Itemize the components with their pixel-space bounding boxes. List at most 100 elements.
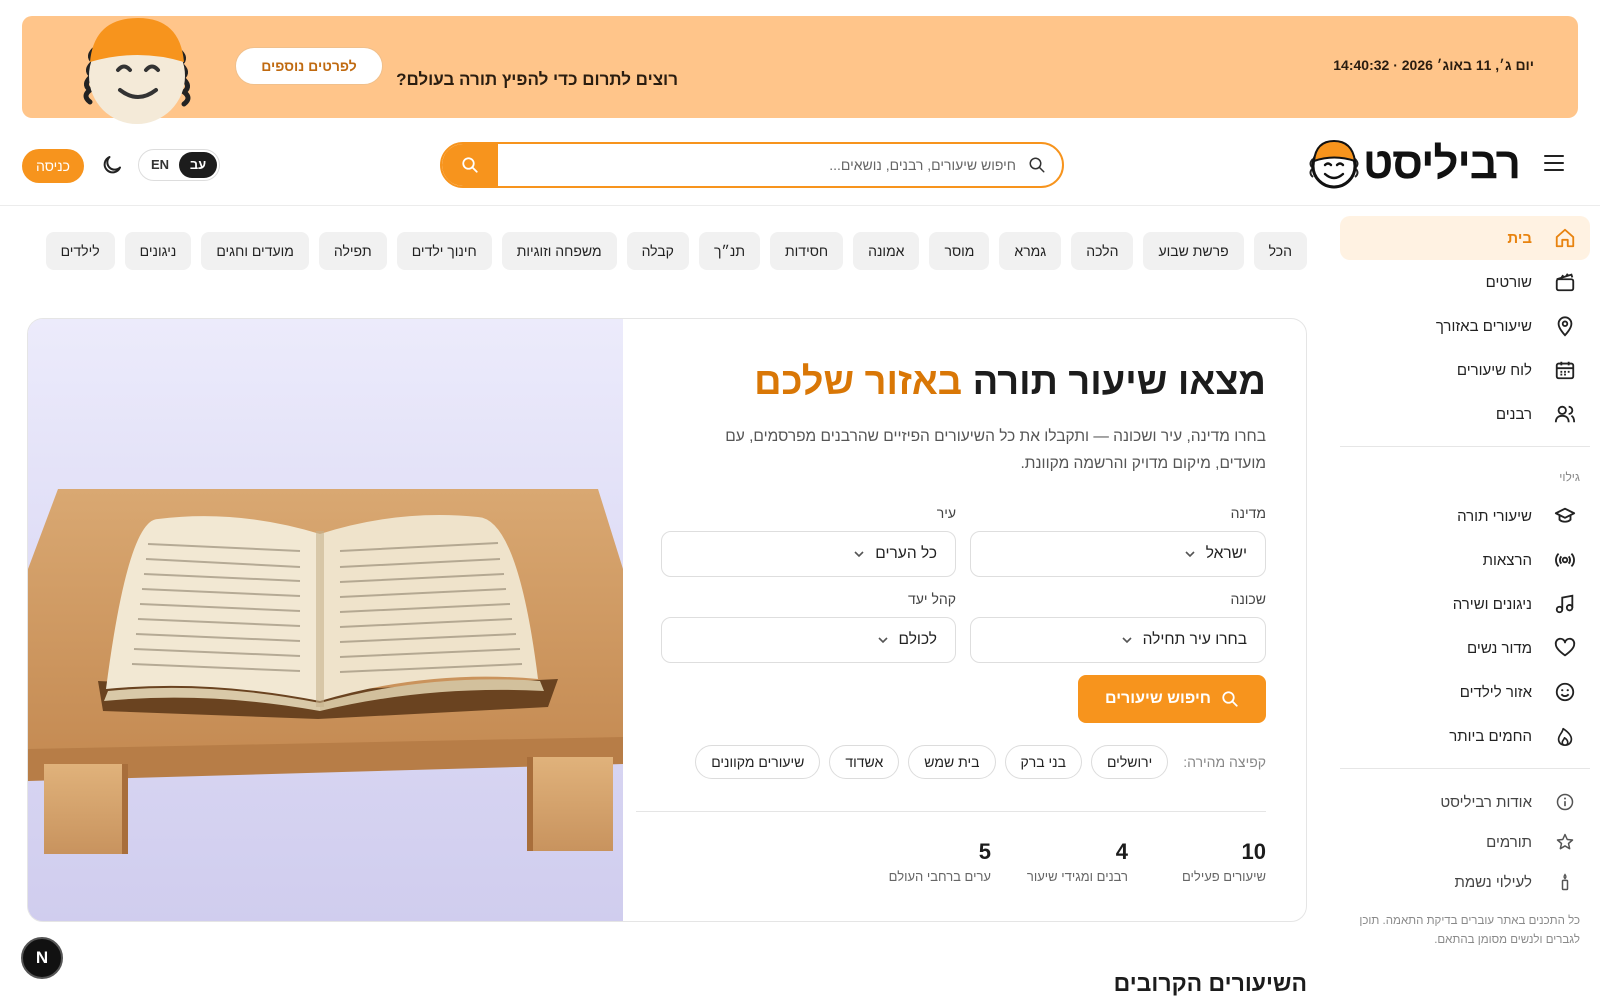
heart-icon (1554, 637, 1576, 659)
quick-chip[interactable]: בני ברק (1004, 745, 1082, 779)
sidebar-item-women[interactable]: מדור נשים (1340, 626, 1590, 670)
sidebar-divider (1340, 768, 1590, 769)
category-chip[interactable]: לילדים (45, 232, 115, 270)
stat-value: 10 (1241, 839, 1266, 864)
sidebar-item-lectures[interactable]: הרצאות (1340, 538, 1590, 582)
stat-label: ערים ברחבי העולם (888, 869, 991, 884)
category-chip[interactable]: אמונה (853, 232, 920, 270)
flame-icon (1554, 725, 1576, 747)
smiley-icon (1554, 681, 1576, 703)
sidebar-item-shorts[interactable]: שורטים (1340, 260, 1590, 304)
country-label: מדינה (1230, 505, 1266, 521)
sidebar-item-label: שיעורי תורה (1457, 507, 1532, 525)
book-on-lectern-image (28, 319, 623, 921)
category-chip[interactable]: משפחה וזוגיות (501, 232, 617, 270)
search-lessons-label: חיפוש שיעורים (1105, 690, 1211, 707)
chevron-down-icon (854, 551, 864, 558)
quick-jump-label: קפיצה מהירה: (1183, 754, 1266, 770)
candle-icon (1554, 871, 1576, 893)
sidebar-item-label: החמים ביותר (1449, 727, 1532, 745)
music-icon (1554, 593, 1576, 615)
upcoming-lessons-heading: השיעורים הקרובים (1113, 970, 1307, 996)
hero-title-accent: באזור שלכם (754, 361, 963, 403)
quick-chip[interactable]: שיעורים מקוונים (695, 745, 821, 779)
city-label: עיר (936, 505, 956, 521)
sidebar-item-schedule[interactable]: לוח שיעורים (1340, 348, 1590, 392)
broadcast-icon (1554, 549, 1576, 571)
quick-chip[interactable]: ירושלים (1090, 745, 1169, 779)
find-lesson-hero: מצאו שיעור תורה באזור שלכם בחרו מדינה, ע… (27, 318, 1307, 922)
stat-label: שיעורים פעילים (1182, 869, 1266, 884)
city-select[interactable]: כל הערים (661, 531, 956, 577)
sidebar-item-rabbis[interactable]: רבנים (1340, 392, 1590, 436)
category-chip[interactable]: חסידות (770, 232, 844, 270)
sidebar-item-kids[interactable]: אזור לילדים (1340, 670, 1590, 714)
category-chips: הכל פרשת שבוע הלכה גמרא מוסר אמונה חסידו… (17, 232, 1307, 270)
audience-select[interactable]: לכולם (661, 617, 956, 663)
stat-active-lessons: 10 שיעורים פעילים (1182, 839, 1266, 884)
country-select[interactable]: ישראל (970, 531, 1266, 577)
sidebar-item-about[interactable]: אודות רביליסט (1340, 780, 1590, 824)
category-chip[interactable]: תנ״ך (698, 232, 760, 270)
menu-icon[interactable] (1544, 155, 1564, 171)
sidebar-discover-heading: גילוי (1559, 470, 1580, 484)
stat-value: 4 (1115, 839, 1128, 864)
category-chip[interactable]: תפילה (318, 232, 387, 270)
neighborhood-value: בחרו עיר תחילה (1142, 631, 1247, 648)
search-input[interactable] (500, 144, 1062, 186)
search-icon (462, 157, 478, 173)
stat-rabbis: 4 רבנים ומגידי שיעור (1027, 839, 1128, 884)
banner-details-button[interactable]: לפרטים נוספים (235, 47, 383, 85)
category-chip[interactable]: ניגונים (124, 232, 192, 270)
category-chip[interactable]: פרשת שבוע (1143, 232, 1244, 270)
chevron-down-icon (1185, 551, 1195, 558)
hero-description: בחרו מדינה, עיר ושכונה — ותקבלו את כל הש… (725, 428, 1266, 472)
quick-chip[interactable]: בית שמש (908, 745, 996, 779)
sidebar-item-label: שורטים (1485, 273, 1532, 291)
sidebar-item-nearby[interactable]: שיעורים באזורך (1340, 304, 1590, 348)
users-icon (1554, 403, 1576, 425)
mascot-image (83, 18, 191, 124)
info-icon (1554, 791, 1576, 813)
banner-message: רוצים לתרום כדי להפיץ תורה בעולם? (396, 70, 678, 89)
lang-en-option[interactable]: EN (141, 152, 179, 178)
sidebar-item-trending[interactable]: החמים ביותר (1340, 714, 1590, 758)
sidebar-item-label: אזור לילדים (1459, 683, 1532, 701)
quick-chip[interactable]: אשדוד (829, 745, 900, 779)
map-pin-icon (1554, 315, 1576, 337)
category-chip[interactable]: חינוך ילדים (396, 232, 492, 270)
lang-he-option[interactable]: עב (179, 152, 217, 178)
graduation-cap-icon (1554, 505, 1576, 527)
logo-face-icon (1309, 139, 1359, 189)
category-chip[interactable]: מוסר (929, 232, 990, 270)
neighborhood-select[interactable]: בחרו עיר תחילה (970, 617, 1266, 663)
dark-mode-moon-icon[interactable] (100, 153, 124, 177)
login-button[interactable]: כניסה (22, 149, 84, 183)
sidebar-item-memorial[interactable]: לעילוי נשמת (1340, 860, 1590, 904)
site-logo[interactable]: רביליסט (1307, 136, 1521, 192)
sidebar-content-note: כל התכנים באתר עוברים בדיקת התאמה. תוכן … (1359, 915, 1580, 946)
calendar-icon (1554, 359, 1576, 381)
stat-value: 5 (978, 839, 991, 864)
category-chip[interactable]: הלכה (1071, 232, 1134, 270)
sidebar-item-label: רבנים (1495, 405, 1532, 423)
sidebar-item-torah-lessons[interactable]: שיעורי תורה (1340, 494, 1590, 538)
sidebar-item-home[interactable]: בית (1340, 216, 1590, 260)
sidebar-item-label: לעילוי נשמת (1454, 873, 1533, 891)
hero-title-main: מצאו שיעור תורה (972, 361, 1266, 403)
banner-datetime: יום ג׳, 11 באוג׳ 2026 · 14:40:32 (1333, 57, 1534, 73)
search-submit-button[interactable] (442, 144, 498, 186)
category-chip[interactable]: גמרא (999, 232, 1062, 270)
stat-label: רבנים ומגידי שיעור (1026, 869, 1128, 884)
search-lessons-button[interactable]: חיפוש שיעורים (1078, 675, 1266, 723)
sidebar-item-label: מדור נשים (1467, 639, 1532, 657)
audience-value: לכולם (898, 631, 937, 648)
search-icon (1222, 691, 1238, 707)
star-icon (1554, 831, 1576, 853)
category-chip[interactable]: קבלה (626, 232, 689, 270)
sidebar-item-donors[interactable]: תורמים (1340, 820, 1590, 864)
category-chip[interactable]: מועדים וחגים (201, 232, 309, 270)
sidebar-item-music[interactable]: ניגונים ושירה (1340, 582, 1590, 626)
category-chip[interactable]: הכל (1253, 232, 1307, 270)
dev-badge[interactable]: N (21, 937, 63, 979)
